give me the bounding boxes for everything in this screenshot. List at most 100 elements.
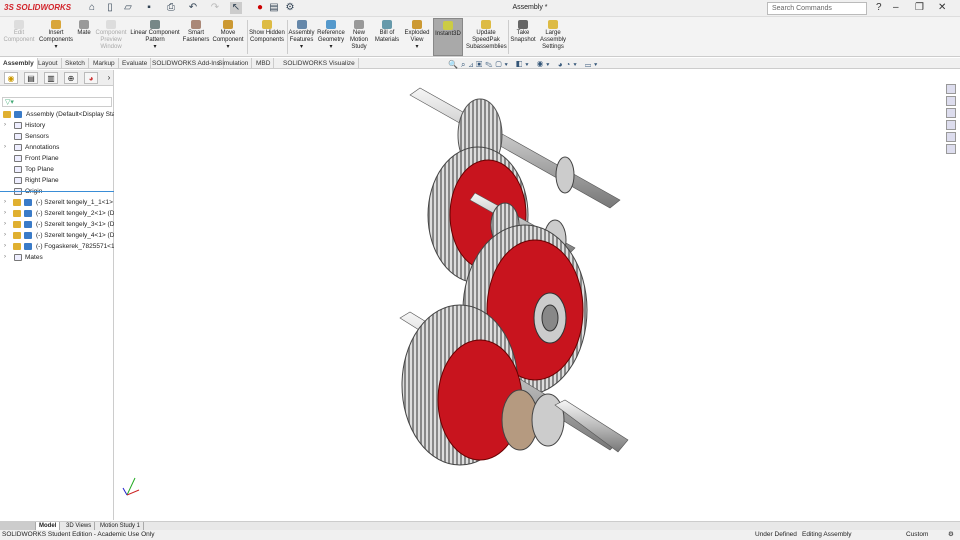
view-palette-icon[interactable]	[946, 120, 956, 130]
configurationmanager-tab-icon[interactable]: ▥	[44, 72, 58, 84]
tree-item[interactable]: › Annotations	[0, 142, 114, 153]
custom-properties-icon[interactable]	[946, 144, 956, 154]
tab-addins[interactable]: SOLIDWORKS Add-Ins	[149, 58, 224, 69]
tree-item[interactable]: › (-) Szerelt tengely_3<1> (Defa	[0, 219, 114, 230]
mate-button[interactable]: Mate	[76, 18, 92, 56]
expand-arrow-icon[interactable]: ›	[4, 120, 6, 131]
search-commands-input[interactable]: Search Commands	[767, 2, 867, 15]
tab-mbd[interactable]: MBD	[253, 58, 275, 69]
undo-icon[interactable]: ↶	[187, 2, 199, 14]
tree-item-label: Mates	[25, 254, 43, 261]
take-snapshot-button[interactable]: Take Snapshot	[510, 18, 536, 56]
label: Bill of Materials	[374, 30, 400, 43]
displaymanager-tab-icon[interactable]: ◕	[84, 72, 98, 84]
tree-item[interactable]: › Mates	[0, 252, 114, 263]
tab-markup[interactable]: Markup	[90, 58, 119, 69]
assembly-features-button[interactable]: Assembly Features ▾	[288, 18, 315, 56]
units-dropdown[interactable]: Custom	[906, 530, 928, 540]
restore-icon[interactable]: ❐	[915, 2, 924, 13]
file-properties-icon[interactable]: ▤	[268, 2, 280, 14]
tab-layout[interactable]: Layout	[35, 58, 62, 69]
appearances-icon[interactable]	[946, 132, 956, 142]
tree-item[interactable]: Top Plane	[0, 164, 114, 175]
expand-arrow-icon[interactable]: ›	[4, 208, 6, 219]
feature-icon	[14, 144, 22, 151]
component-icon	[13, 210, 21, 217]
expand-arrow-icon[interactable]: ›	[4, 142, 6, 153]
new-file-icon[interactable]: ▯	[104, 2, 116, 14]
tree-item-label: Right Plane	[25, 177, 59, 184]
reference-geometry-button[interactable]: Reference Geometry ▾	[316, 18, 346, 56]
label: Exploded View	[404, 30, 430, 43]
tree-item-label: (-) Szerelt tengely_2<1> (Defa	[36, 210, 114, 217]
design-library-icon[interactable]	[946, 96, 956, 106]
solidworks-logo[interactable]: 3S SOLIDWORKS	[4, 3, 71, 12]
tree-item[interactable]: Sensors	[0, 131, 114, 142]
expand-arrow-icon[interactable]: ›	[4, 219, 6, 230]
definition-status: Under Defined	[755, 531, 797, 538]
smart-fasteners-icon	[191, 20, 201, 29]
update-speedpak-button[interactable]: Update SpeedPak Subassemblies	[466, 18, 507, 56]
tab-simulation[interactable]: Simulation	[215, 58, 253, 69]
tree-item[interactable]: Assembly (Default<Display State-	[0, 109, 114, 120]
select-icon[interactable]: ↖	[230, 2, 242, 14]
resources-icon[interactable]	[946, 84, 956, 94]
rebuild-status-icon[interactable]: ⚙	[948, 530, 954, 540]
expand-arrow-icon[interactable]: ›	[4, 197, 6, 208]
graphics-area[interactable]	[115, 70, 945, 520]
home-icon[interactable]: ⌂	[86, 2, 98, 14]
featuremanager-tab-icon[interactable]: ◉	[4, 72, 18, 84]
edit-component-button[interactable]: Edit Component	[2, 18, 36, 56]
dimxpert-tab-icon[interactable]: ⊕	[64, 72, 78, 84]
file-explorer-icon[interactable]	[946, 108, 956, 118]
smart-fasteners-button[interactable]: Smart Fasteners	[182, 18, 210, 56]
options-gear-icon[interactable]: ⚙	[284, 2, 296, 14]
instant3d-toggle[interactable]: Instant3D	[433, 18, 463, 56]
tab-visualize[interactable]: SOLIDWORKS Visualize	[280, 58, 359, 69]
bottom-tabs: Model 3D Views Motion Study 1	[0, 521, 960, 531]
expand-arrow-icon[interactable]: ›	[4, 230, 6, 241]
tree-item[interactable]: › (-) Szerelt tengely_4<1> (Defa	[0, 230, 114, 241]
component-icon	[3, 111, 11, 118]
insert-components-button[interactable]: Insert Components ▾	[38, 18, 74, 56]
exploded-view-button[interactable]: Exploded View ▾	[403, 18, 431, 56]
tree-item[interactable]: Right Plane	[0, 175, 114, 186]
part-icon	[24, 221, 32, 228]
expand-arrow-icon[interactable]: ›	[4, 241, 6, 252]
axis-z	[122, 487, 128, 496]
component-preview-window-button[interactable]: Component Preview Window	[94, 18, 128, 56]
label: New Motion Study	[349, 30, 368, 50]
help-icon[interactable]: ?	[876, 2, 882, 13]
new-motion-study-button[interactable]: New Motion Study	[348, 18, 370, 56]
motion-study-icon	[354, 20, 364, 29]
tree-item[interactable]: › (-) Fogaskerek_7825571<1> (	[0, 241, 114, 252]
redo-icon[interactable]: ↷	[209, 2, 221, 14]
tree-item[interactable]: › History	[0, 120, 114, 131]
reference-geometry-icon	[326, 20, 336, 29]
heads-up-view-toolbar[interactable]: 🔍⌕⊿▣✎▢▾ ◧▾ ◉▾ ◕◔▾ ▭▾	[448, 60, 600, 70]
more-tabs-icon[interactable]: ›	[102, 72, 116, 84]
open-icon[interactable]: ▱	[122, 2, 134, 14]
tree-item[interactable]: › (-) Szerelt tengely_2<1> (Defa	[0, 208, 114, 219]
tree-item[interactable]: Front Plane	[0, 153, 114, 164]
expand-arrow-icon[interactable]: ›	[4, 252, 6, 263]
show-hidden-components-button[interactable]: Show Hidden Components	[249, 18, 285, 56]
minimize-icon[interactable]: –	[893, 2, 899, 13]
part-icon	[24, 199, 32, 206]
gear-assembly-model[interactable]	[115, 70, 945, 520]
tree-item[interactable]: › (-) Szerelt tengely_1_1<1> (D	[0, 197, 114, 208]
rebuild-icon[interactable]: ●	[254, 2, 266, 14]
close-icon[interactable]: ✕	[938, 2, 946, 13]
save-icon[interactable]: ▪	[143, 2, 155, 14]
propertymanager-tab-icon[interactable]: ▤	[24, 72, 38, 84]
tab-assembly[interactable]: Assembly	[0, 58, 38, 69]
large-assembly-settings-button[interactable]: Large Assembly Settings	[538, 18, 568, 56]
linear-component-pattern-button[interactable]: Linear Component Pattern ▾	[130, 18, 180, 56]
bill-of-materials-button[interactable]: Bill of Materials	[373, 18, 401, 56]
print-icon[interactable]: ⎙	[165, 2, 177, 14]
tab-evaluate[interactable]: Evaluate	[119, 58, 152, 69]
tab-sketch[interactable]: Sketch	[62, 58, 89, 69]
move-component-button[interactable]: Move Component ▾	[212, 18, 244, 56]
label: Move Component	[212, 30, 244, 43]
tree-filter-icon[interactable]: ▽▾	[2, 97, 112, 107]
